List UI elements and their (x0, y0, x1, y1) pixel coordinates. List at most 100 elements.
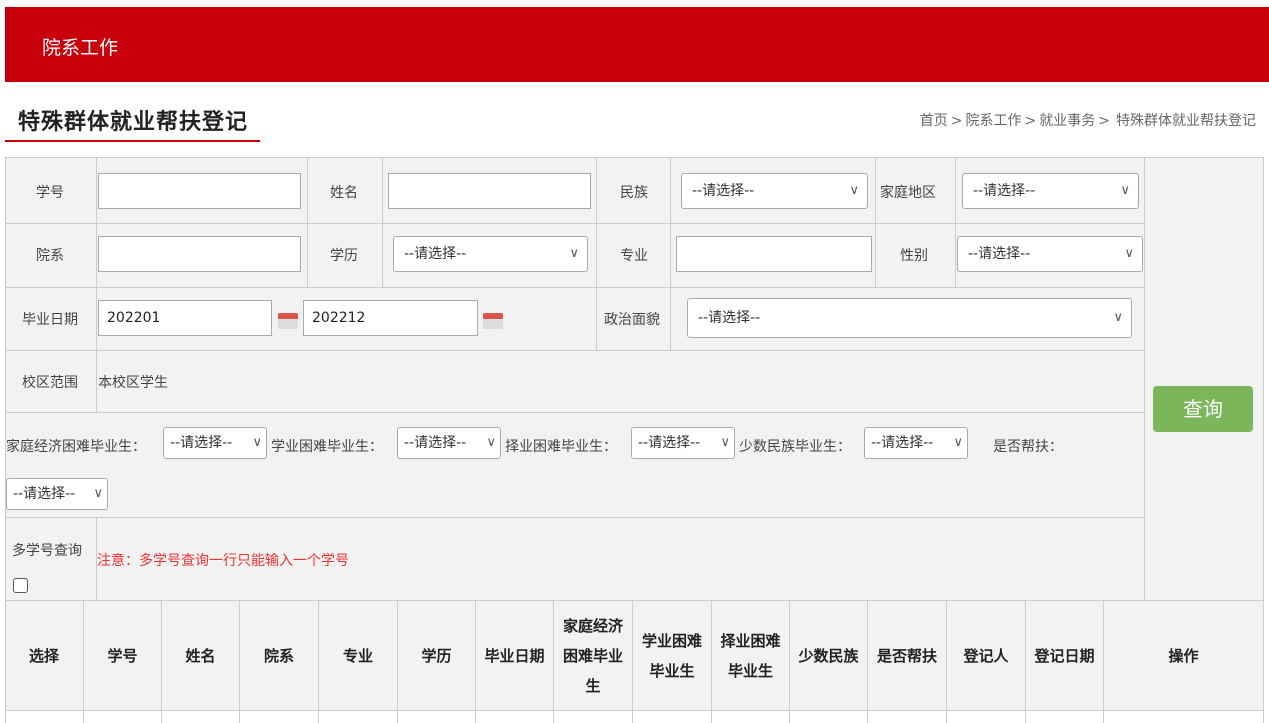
campus-value: 本校区学生 (98, 375, 168, 391)
top-header-bar: 院系工作 (5, 7, 1269, 82)
chevron-down-icon: ∨ (569, 246, 579, 261)
education-select[interactable]: --请选择-- ∨ (393, 236, 588, 272)
col-assisted: 是否帮扶 (868, 600, 947, 711)
grid-line (5, 223, 1144, 224)
minority-select[interactable]: --请选择-- ∨ (864, 427, 968, 459)
home-region-select[interactable]: --请选择-- ∨ (962, 173, 1139, 209)
chevron-down-icon: ∨ (486, 435, 496, 450)
grid-line (5, 517, 1144, 518)
grid-line (307, 157, 308, 287)
table-cell (476, 711, 554, 723)
breadcrumb-home[interactable]: 首页 (920, 113, 948, 129)
department-label: 院系 (36, 248, 64, 264)
col-reg-date: 登记日期 (1026, 600, 1104, 711)
calendar-icon[interactable] (278, 311, 298, 329)
minority-label: 少数民族毕业生： (739, 439, 851, 455)
department-input[interactable] (98, 236, 301, 272)
col-econ-difficulty: 家庭经济困难毕业生 (554, 600, 633, 711)
breadcrumb-separator: > (950, 113, 963, 129)
grid-line (955, 157, 956, 287)
table-cell (5, 711, 84, 723)
grid-line (5, 287, 1144, 288)
grad-date-label: 毕业日期 (22, 312, 78, 328)
study-difficulty-select[interactable]: --请选择-- ∨ (397, 427, 501, 459)
chevron-down-icon: ∨ (1124, 246, 1134, 261)
table-cell (240, 711, 319, 723)
header-title: 院系工作 (42, 37, 119, 59)
grid-line (382, 157, 383, 287)
grid-line (5, 350, 1144, 351)
title-underline (5, 140, 260, 142)
student-id-label: 学号 (36, 185, 64, 201)
chevron-down-icon: ∨ (720, 435, 730, 450)
col-study-difficulty: 学业困难毕业生 (633, 600, 712, 711)
chevron-down-icon: ∨ (1120, 183, 1130, 198)
grad-date-to-input[interactable]: 202212 (303, 300, 478, 336)
education-label: 学历 (330, 248, 358, 264)
breadcrumb-employment[interactable]: 就业事务 (1039, 113, 1095, 129)
ethnicity-label: 民族 (620, 185, 648, 201)
breadcrumb-current: 特殊群体就业帮扶登记 (1116, 113, 1256, 129)
col-major: 专业 (319, 600, 398, 711)
chevron-down-icon: ∨ (953, 435, 963, 450)
grid-line (5, 412, 1144, 413)
name-input[interactable] (388, 173, 591, 209)
breadcrumb-separator: > (1098, 113, 1110, 129)
table-cell (1026, 711, 1104, 723)
name-label: 姓名 (330, 185, 358, 201)
table-cell (319, 711, 398, 723)
col-job-difficulty: 择业困难毕业生 (712, 600, 790, 711)
col-student-id: 学号 (84, 600, 162, 711)
page-title: 特殊群体就业帮扶登记 (18, 110, 249, 135)
assisted-select[interactable]: --请选择-- ∨ (6, 478, 108, 510)
major-input[interactable] (676, 236, 872, 272)
table-cell (790, 711, 868, 723)
grid-line (596, 157, 597, 350)
table-cell (398, 711, 476, 723)
ethnicity-select-value: --请选择-- (692, 183, 755, 199)
table-cell (84, 711, 162, 723)
job-difficulty-select[interactable]: --请选择-- ∨ (631, 427, 735, 459)
home-region-select-value: --请选择-- (973, 183, 1036, 199)
study-difficulty-select-value: --请选择-- (404, 435, 467, 451)
breadcrumb: 首页 > 院系工作 > 就业事务 > 特殊群体就业帮扶登记 (920, 110, 1259, 130)
col-education: 学历 (398, 600, 476, 711)
table-cell (554, 711, 633, 723)
breadcrumb-dept-work[interactable]: 院系工作 (966, 113, 1022, 129)
politics-select[interactable]: --请选择-- ∨ (687, 298, 1132, 338)
ethnicity-select[interactable]: --请选择-- ∨ (681, 173, 868, 209)
calendar-icon[interactable] (483, 311, 503, 329)
econ-difficulty-label: 家庭经济困难毕业生： (6, 439, 146, 455)
gender-select[interactable]: --请选择-- ∨ (957, 236, 1143, 272)
assisted-select-value: --请选择-- (13, 486, 76, 502)
col-minority: 少数民族 (790, 600, 868, 711)
student-id-input[interactable] (98, 173, 301, 209)
multi-id-checkbox[interactable] (13, 578, 28, 593)
grad-date-from-input[interactable]: 202201 (98, 300, 272, 336)
job-difficulty-label: 择业困难毕业生： (505, 439, 617, 455)
table-cell (633, 711, 712, 723)
assisted-label: 是否帮扶： (993, 439, 1063, 455)
chevron-down-icon: ∨ (1113, 310, 1123, 325)
home-region-label: 家庭地区 (880, 185, 936, 201)
education-select-value: --请选择-- (404, 246, 467, 262)
gender-select-value: --请选择-- (968, 246, 1031, 262)
col-actions: 操作 (1104, 600, 1264, 711)
table-cell (712, 711, 790, 723)
grid-line (96, 157, 97, 412)
col-select: 选择 (5, 600, 84, 711)
campus-label: 校区范围 (22, 375, 78, 391)
study-difficulty-label: 学业困难毕业生： (271, 439, 383, 455)
search-button-column (1144, 157, 1264, 600)
econ-difficulty-select-value: --请选择-- (170, 435, 233, 451)
politics-label: 政治面貌 (604, 312, 660, 328)
col-grad-date: 毕业日期 (476, 600, 554, 711)
multi-id-label: 多学号查询 (12, 543, 82, 559)
multi-id-note: 注意：多学号查询一行只能输入一个学号 (97, 553, 349, 569)
query-button[interactable]: 查询 (1153, 386, 1253, 432)
gender-label: 性别 (900, 248, 928, 264)
table-cell (868, 711, 947, 723)
col-name: 姓名 (162, 600, 240, 711)
col-department: 院系 (240, 600, 319, 711)
econ-difficulty-select[interactable]: --请选择-- ∨ (163, 427, 267, 459)
